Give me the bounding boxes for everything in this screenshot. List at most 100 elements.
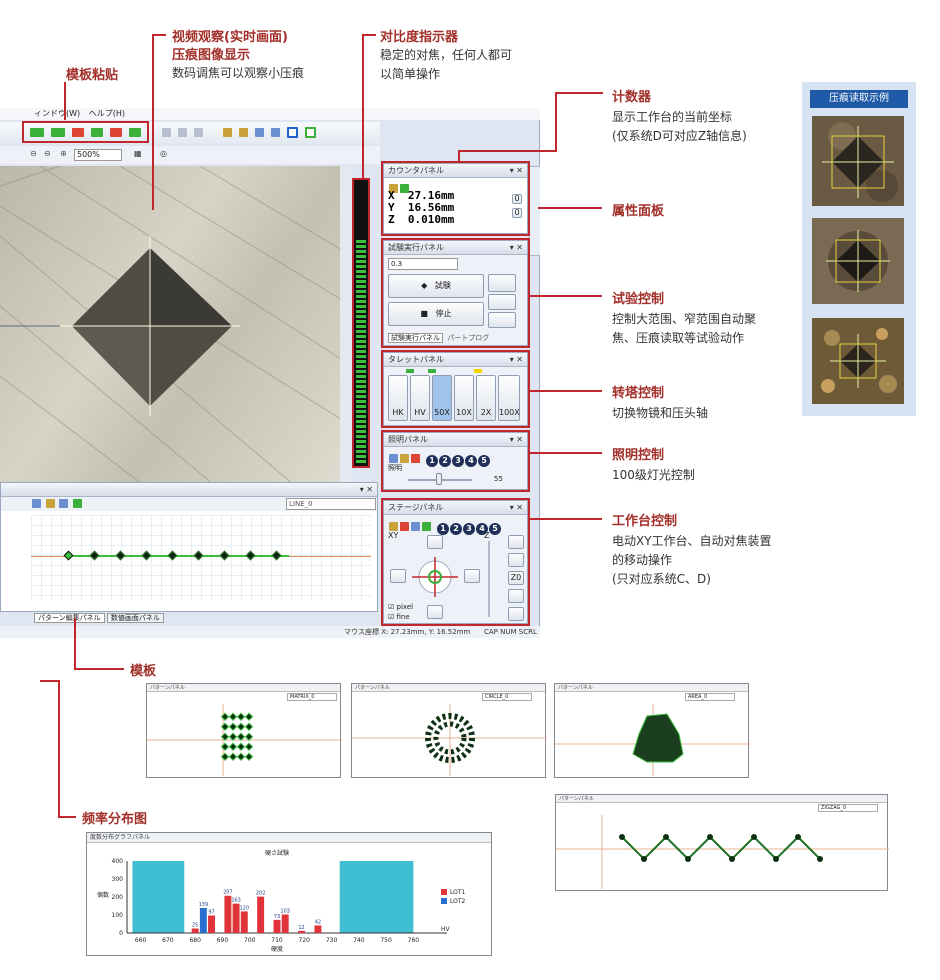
- leader-line: [74, 668, 124, 670]
- pattern-point[interactable]: [219, 550, 230, 561]
- pattern-point[interactable]: [63, 550, 74, 561]
- example-image-3: [812, 318, 904, 404]
- open-icon[interactable]: [45, 499, 55, 508]
- frame-green-icon[interactable]: [305, 127, 317, 138]
- live-view[interactable]: [0, 166, 352, 490]
- y-axis-label: 個数: [97, 891, 109, 899]
- axis-tool-icon[interactable]: [177, 128, 187, 137]
- panel-controls[interactable]: ▾ ✕: [360, 483, 373, 497]
- mini-select[interactable]: AREA_0: [685, 693, 735, 701]
- axis-tool-icon[interactable]: [161, 128, 171, 137]
- counter-highlight: [381, 161, 530, 236]
- leader-line: [40, 680, 60, 682]
- x-tick-label: 680: [189, 937, 201, 944]
- pattern-point[interactable]: [167, 550, 178, 561]
- axis-tool-icon[interactable]: [193, 128, 203, 137]
- pattern-point[interactable]: [141, 550, 152, 561]
- target-icon[interactable]: ◎: [160, 149, 167, 158]
- mini-select[interactable]: ZIGZAG_0: [818, 804, 878, 812]
- frame-icon[interactable]: [287, 127, 299, 138]
- legend-swatch: [441, 889, 447, 895]
- histogram-bar: [281, 914, 289, 933]
- legend-label: LOT1: [450, 889, 466, 896]
- y-tick-label: 100: [112, 912, 124, 919]
- template-zigzag-panel: パターンパネル ZIGZAG_0: [555, 794, 889, 891]
- tab-numeric[interactable]: 数値画面パネル: [106, 613, 164, 623]
- leader-line: [58, 680, 60, 818]
- template-paste-highlight: [22, 121, 149, 143]
- bar-value-label: 163: [231, 898, 241, 904]
- example-box: 压痕读取示例: [802, 82, 916, 416]
- histogram-bar: [273, 919, 281, 933]
- tab-pattern-edit[interactable]: パターン編集パネル: [34, 613, 105, 623]
- ann-contrast-desc-2: 以简单操作: [380, 67, 441, 81]
- ann-stage-desc-3: (只对应系统C、D): [612, 572, 711, 586]
- ann-stage-title: 工作台控制: [612, 514, 678, 529]
- ann-counter-desc-2: (仅系统D可对应Z轴信息): [612, 129, 747, 143]
- view-icon[interactable]: [271, 128, 281, 137]
- zoom-select[interactable]: 500%: [74, 149, 122, 161]
- ann-video-subtitle: 压痕图像显示: [172, 48, 251, 63]
- pattern-point[interactable]: [115, 550, 126, 561]
- histogram-bar: [240, 911, 248, 933]
- leader-line: [458, 150, 460, 162]
- y-tick-label: 200: [112, 894, 124, 901]
- copy-icon[interactable]: [238, 128, 248, 137]
- bar-value-label: 97: [208, 910, 214, 916]
- status-bar: マウス座標 X: 27.23mm, Y: 16.52mm CAP NUM SCR…: [0, 626, 540, 638]
- frequency-chart-panel: 度数分布グラフパネル 硬さ試験 個数 硬度 HV 0 100 200 300 400 660 670…: [86, 832, 492, 956]
- save-icon[interactable]: [59, 499, 69, 508]
- x-tick-label: 690: [217, 937, 229, 944]
- scrollbar-v[interactable]: [340, 166, 352, 490]
- y-tick-label: 400: [112, 858, 124, 865]
- mini-select[interactable]: CIRCLE_0: [482, 693, 532, 701]
- bar-value-label: 202: [256, 891, 266, 897]
- template-matrix-panel: パターンパネル MATRIX_0: [146, 683, 342, 778]
- mini-titlebar: パターンパネル: [556, 795, 887, 803]
- zoom-in-icon[interactable]: ⊖: [44, 149, 51, 158]
- leader-line: [58, 816, 76, 818]
- example-image-2: [812, 218, 904, 304]
- zoom-out-icon[interactable]: ⊖: [30, 149, 37, 158]
- menu-window[interactable]: ィンドウ(W): [34, 109, 80, 118]
- bar-value-label: 139: [199, 902, 209, 908]
- mini-select[interactable]: MATRIX_0: [287, 693, 337, 701]
- line-select[interactable]: LINE_0: [286, 498, 376, 510]
- matrix-pattern[interactable]: [147, 704, 342, 776]
- template-area-panel: パターンパネル AREA_0: [554, 683, 750, 778]
- histogram-bar: [314, 925, 322, 933]
- pattern-point[interactable]: [89, 550, 100, 561]
- circle-pattern[interactable]: [352, 704, 547, 776]
- grid-icon[interactable]: ▦: [134, 149, 142, 158]
- ann-video-title: 视频观察(实时画面): [172, 30, 288, 45]
- doc-icon[interactable]: [222, 128, 232, 137]
- legend-swatch: [441, 898, 447, 904]
- bar-value-label: 207: [223, 890, 233, 896]
- x-tick-label: 660: [135, 937, 147, 944]
- contrast-bar: [356, 240, 366, 464]
- ann-freq-title: 频率分布图: [82, 812, 148, 827]
- area-pattern[interactable]: [555, 704, 750, 776]
- new-icon[interactable]: [32, 499, 41, 508]
- legend-label: LOT2: [450, 898, 466, 905]
- pattern-canvas[interactable]: [31, 515, 371, 600]
- pattern-point[interactable]: [271, 550, 282, 561]
- ann-property-title: 属性面板: [612, 204, 665, 219]
- y-tick-label: 0: [119, 930, 123, 937]
- leader-line: [74, 618, 76, 670]
- zigzag-pattern[interactable]: [556, 815, 889, 889]
- zoom-fit-icon[interactable]: ⊕: [60, 149, 67, 158]
- pattern-edit-titlebar: ▾ ✕: [1, 483, 377, 497]
- bar-value-label: 42: [315, 919, 321, 925]
- pattern-point[interactable]: [245, 550, 256, 561]
- menu-help[interactable]: ヘルプ(H): [89, 109, 125, 118]
- leader-line: [64, 82, 66, 120]
- pattern-point[interactable]: [193, 550, 204, 561]
- ann-turret-desc: 切换物镜和压头轴: [612, 406, 709, 420]
- x-tick-label: 720: [299, 937, 311, 944]
- template-circle-panel: パターンパネル CIRCLE_0: [351, 683, 547, 778]
- add-icon[interactable]: [72, 499, 82, 508]
- paste-icon[interactable]: [255, 128, 265, 137]
- test-highlight: [381, 238, 530, 348]
- x-tick-label: 760: [408, 937, 420, 944]
